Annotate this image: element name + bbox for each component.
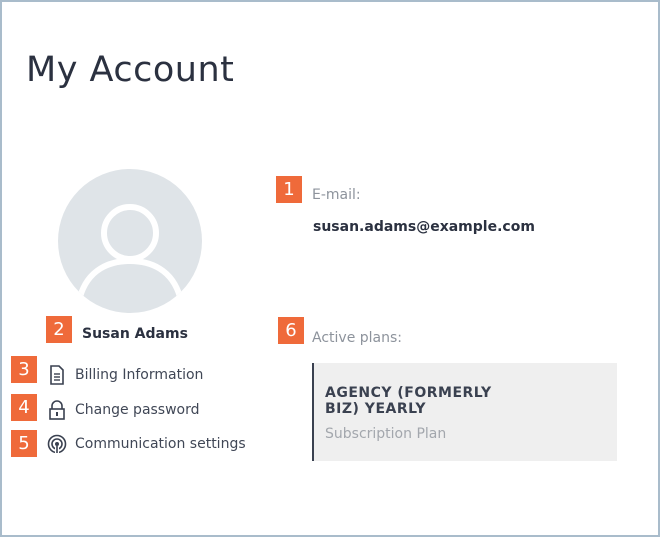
billing-information-link[interactable]: Billing Information: [47, 364, 203, 386]
marker-4: 4: [11, 394, 37, 421]
plan-type: Subscription Plan: [325, 426, 447, 442]
page-title: My Account: [26, 50, 235, 90]
user-silhouette-icon: [77, 204, 183, 300]
change-password-link[interactable]: Change password: [47, 399, 200, 421]
billing-information-label: Billing Information: [75, 367, 204, 383]
email-label: E-mail:: [312, 187, 361, 203]
marker-2: 2: [46, 316, 72, 343]
plan-name: AGENCY (FORMERLY BIZ) YEARLY: [325, 385, 492, 417]
marker-5: 5: [11, 430, 37, 457]
communication-settings-label: Communication settings: [75, 436, 246, 452]
document-icon: [47, 364, 67, 386]
marker-6: 6: [278, 317, 304, 344]
change-password-label: Change password: [75, 402, 200, 418]
plan-card[interactable]: AGENCY (FORMERLY BIZ) YEARLY Subscriptio…: [312, 363, 617, 461]
lock-icon: [47, 399, 67, 421]
marker-1: 1: [276, 176, 302, 203]
active-plans-label: Active plans:: [312, 330, 402, 346]
communication-settings-link[interactable]: Communication settings: [47, 433, 246, 455]
user-name: Susan Adams: [82, 326, 188, 342]
email-value: susan.adams@example.com: [313, 219, 535, 235]
marker-3: 3: [11, 356, 37, 383]
avatar[interactable]: [58, 169, 202, 313]
broadcast-icon: [47, 433, 67, 455]
